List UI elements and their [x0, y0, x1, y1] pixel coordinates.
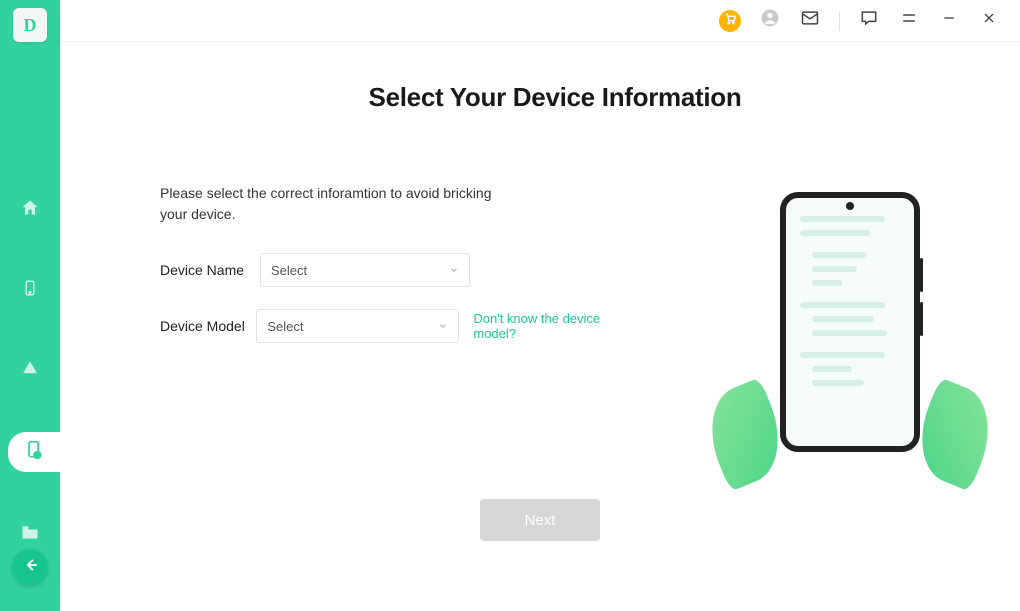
menu-icon — [900, 9, 918, 32]
device-model-label: Device Model — [160, 318, 256, 334]
minimize-icon — [941, 10, 957, 31]
user-icon — [760, 8, 780, 33]
close-button[interactable] — [978, 10, 1000, 32]
repair-phone-icon: ! — [24, 440, 44, 465]
home-icon — [20, 198, 40, 223]
phone-illustration — [740, 192, 960, 492]
minimize-button[interactable] — [938, 10, 960, 32]
account-button[interactable] — [759, 10, 781, 32]
folder-icon — [20, 522, 40, 547]
mail-icon — [800, 8, 820, 33]
device-name-label: Device Name — [160, 262, 260, 278]
chevron-down-icon — [438, 319, 448, 334]
chevron-down-icon — [449, 263, 459, 278]
sidebar-item-device[interactable] — [0, 272, 60, 308]
model-hint-link[interactable]: Don't know the device model? — [473, 311, 640, 341]
arrow-left-icon — [21, 556, 39, 579]
titlebar-separator — [839, 11, 840, 31]
device-model-value: Select — [267, 319, 303, 334]
next-button[interactable]: Next — [480, 499, 600, 541]
cart-icon — [724, 12, 737, 30]
close-icon — [981, 10, 997, 31]
svg-text:!: ! — [37, 452, 38, 458]
cart-button[interactable] — [719, 10, 741, 32]
menu-button[interactable] — [898, 10, 920, 32]
sidebar-item-repair[interactable]: ! — [8, 432, 60, 472]
helper-text: Please select the correct inforamtion to… — [160, 183, 500, 225]
chat-icon — [859, 8, 879, 33]
device-name-select[interactable]: Select — [260, 253, 470, 287]
back-button[interactable] — [12, 549, 48, 585]
app-logo: D — [13, 8, 47, 42]
sidebar-item-files[interactable] — [0, 516, 60, 552]
device-name-value: Select — [271, 263, 307, 278]
feedback-button[interactable] — [858, 10, 880, 32]
mail-button[interactable] — [799, 10, 821, 32]
sidebar-item-cloud[interactable] — [0, 352, 60, 388]
device-model-select[interactable]: Select — [256, 309, 459, 343]
phone-icon — [21, 279, 39, 302]
page-title: Select Your Device Information — [160, 82, 950, 113]
drive-icon — [21, 359, 39, 382]
sidebar-item-home[interactable] — [0, 192, 60, 228]
